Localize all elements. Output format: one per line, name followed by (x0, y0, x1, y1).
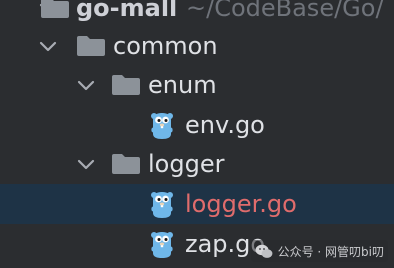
tree-row-common[interactable]: common (0, 26, 394, 66)
gopher-icon (150, 229, 174, 259)
wechat-icon (255, 244, 273, 259)
root-folder-path: ~/CodeBase/Go/ (186, 0, 384, 22)
file-name: logger.go (185, 190, 297, 218)
gopher-icon (150, 110, 174, 140)
file-name: env.go (185, 111, 265, 139)
folder-name: common (113, 32, 218, 60)
chevron-down-icon[interactable] (74, 152, 98, 176)
folder-name: logger (148, 150, 225, 178)
watermark: 公众号 · 网管叨bi叨 (250, 240, 388, 262)
folder-icon (111, 74, 141, 96)
chevron-down-icon[interactable] (36, 34, 60, 58)
tree-row-root[interactable]: go-mall ~/CodeBase/Go/ (0, 0, 394, 28)
folder-icon (40, 0, 70, 19)
folder-name: enum (148, 71, 217, 99)
tree-row-logger[interactable]: logger (0, 144, 394, 184)
tree-row-logger-go[interactable]: logger.go (0, 184, 394, 224)
root-folder-name: go-mall (76, 0, 178, 22)
watermark-label: 公众号 · 网管叨bi叨 (277, 244, 384, 259)
chevron-down-icon[interactable] (74, 73, 98, 97)
gopher-icon (150, 189, 174, 219)
tree-row-env-go[interactable]: env.go (0, 105, 394, 145)
tree-row-enum[interactable]: enum (0, 65, 394, 105)
folder-icon (76, 35, 106, 57)
folder-icon (111, 153, 141, 175)
